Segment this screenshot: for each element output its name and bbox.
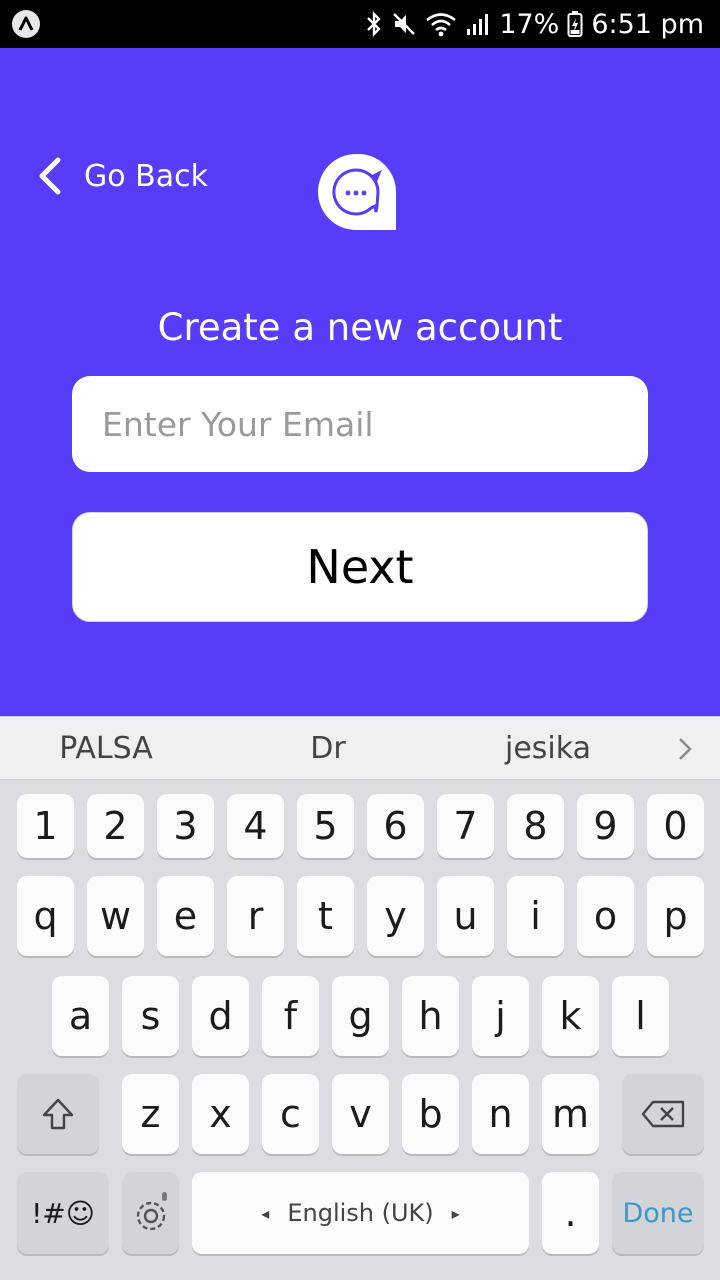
key-f[interactable]: f: [262, 976, 319, 1056]
language-prev-icon: ◂: [261, 1203, 270, 1223]
key-w[interactable]: w: [87, 876, 144, 956]
wifi-icon: [426, 13, 457, 37]
key-8[interactable]: 8: [507, 794, 564, 858]
status-indicators: 17% 6:51 pm: [365, 0, 704, 48]
app-screen: Go Back Create a new account Next: [0, 48, 720, 716]
key-s[interactable]: s: [122, 976, 179, 1056]
chevron-left-icon: [39, 157, 61, 195]
battery-percent: 17%: [499, 8, 560, 40]
key-r[interactable]: r: [227, 876, 284, 956]
key-x[interactable]: x: [192, 1074, 249, 1154]
key-h[interactable]: h: [402, 976, 459, 1056]
signal-icon: [467, 14, 489, 35]
chat-bubble-logo-icon: [318, 154, 396, 230]
soft-keyboard: PALSA Dr jesika 1234567890 qwertyuiop asdf…: [0, 716, 720, 1280]
battery-icon: [567, 11, 583, 37]
key-7[interactable]: 7: [437, 794, 494, 858]
key-2[interactable]: 2: [87, 794, 144, 858]
period-key[interactable]: .: [542, 1172, 599, 1254]
shift-icon: [42, 1098, 74, 1130]
key-i[interactable]: i: [507, 876, 564, 956]
key-d[interactable]: d: [192, 976, 249, 1056]
chevron-right-icon[interactable]: [678, 737, 692, 761]
next-button[interactable]: Next: [72, 512, 648, 622]
key-n[interactable]: n: [472, 1074, 529, 1154]
email-field[interactable]: [72, 376, 648, 472]
key-z[interactable]: z: [122, 1074, 179, 1154]
app-notification-icon: [12, 10, 40, 38]
key-0[interactable]: 0: [647, 794, 704, 858]
key-m[interactable]: m: [542, 1074, 599, 1154]
key-t[interactable]: t: [297, 876, 354, 956]
key-1[interactable]: 1: [17, 794, 74, 858]
go-back-label: Go Back: [84, 158, 208, 194]
key-u[interactable]: u: [437, 876, 494, 956]
language-next-icon: ▸: [451, 1203, 460, 1223]
key-v[interactable]: v: [332, 1074, 389, 1154]
bluetooth-icon: [367, 11, 382, 37]
key-a[interactable]: a: [52, 976, 109, 1056]
key-k[interactable]: k: [542, 976, 599, 1056]
key-e[interactable]: e: [157, 876, 214, 956]
key-3[interactable]: 3: [157, 794, 214, 858]
suggestion-item[interactable]: jesika: [448, 717, 648, 781]
clock: 6:51 pm: [591, 8, 704, 40]
key-5[interactable]: 5: [297, 794, 354, 858]
key-l[interactable]: l: [612, 976, 669, 1056]
language-label: English (UK): [287, 1199, 434, 1227]
gear-icon: [136, 1192, 167, 1231]
symbols-key[interactable]: !#☺: [17, 1172, 109, 1254]
key-g[interactable]: g: [332, 976, 389, 1056]
shift-key[interactable]: [17, 1074, 99, 1154]
key-b[interactable]: b: [402, 1074, 459, 1154]
mute-icon: [393, 13, 416, 35]
key-9[interactable]: 9: [577, 794, 634, 858]
go-back-button[interactable]: Go Back: [36, 152, 208, 200]
key-j[interactable]: j: [472, 976, 529, 1056]
key-o[interactable]: o: [577, 876, 634, 956]
key-q[interactable]: q: [17, 876, 74, 956]
status-bar: 17% 6:51 pm: [0, 0, 720, 48]
key-c[interactable]: c: [262, 1074, 319, 1154]
suggestion-item[interactable]: PALSA: [6, 717, 206, 781]
backspace-key[interactable]: [622, 1074, 704, 1154]
key-6[interactable]: 6: [367, 794, 424, 858]
backspace-icon: [641, 1100, 685, 1128]
key-p[interactable]: p: [647, 876, 704, 956]
settings-key[interactable]: [122, 1172, 179, 1254]
page-title: Create a new account: [157, 306, 563, 349]
suggestion-bar: PALSA Dr jesika: [0, 716, 720, 780]
space-key[interactable]: ◂ English (UK) ▸: [192, 1172, 529, 1254]
key-4[interactable]: 4: [227, 794, 284, 858]
suggestion-item[interactable]: Dr: [228, 717, 428, 781]
key-y[interactable]: y: [367, 876, 424, 956]
done-key[interactable]: Done: [612, 1172, 704, 1254]
